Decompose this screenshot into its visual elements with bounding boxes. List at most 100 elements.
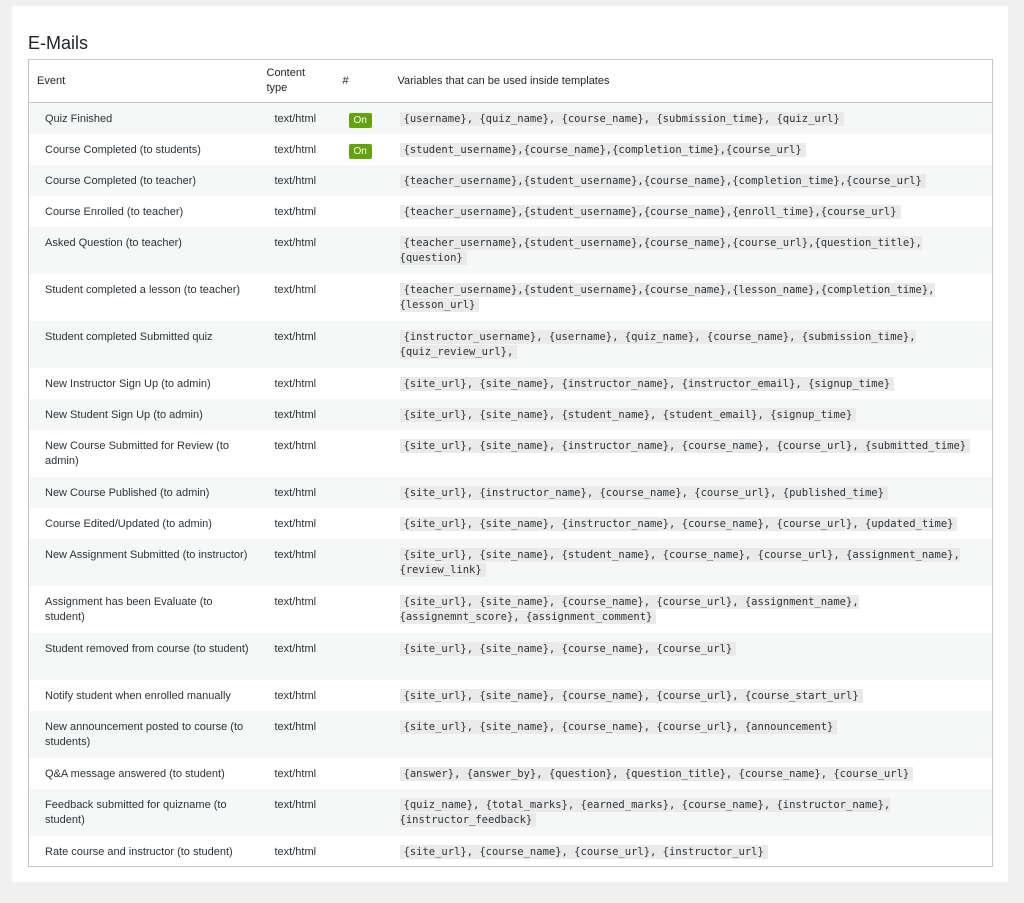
table-row[interactable]: Student completed a lesson (to teacher) t…	[28, 273, 993, 321]
content-type: text/html	[274, 143, 317, 156]
content-type: text/html	[274, 205, 317, 218]
variables-cell: {teacher_username},{student_username},{c…	[390, 227, 993, 274]
table-row[interactable]: Course Completed (to students) text/html O…	[28, 133, 993, 165]
table-row[interactable]: Asked Question (to teacher) text/html {tea…	[28, 226, 993, 274]
template-variables: {site_url}, {site_name}, {instructor_nam…	[399, 438, 971, 453]
event-name: Student completed a lesson (to teacher)	[45, 283, 241, 296]
toggle-cell	[335, 430, 390, 477]
content-type: text/html	[274, 439, 317, 452]
variables-cell: {site_url}, {site_name}, {instructor_nam…	[390, 508, 993, 539]
table-body: Quiz Finished text/html On {username}, {qui…	[28, 102, 993, 867]
table-row[interactable]: New Student Sign Up (to admin) text/html {…	[28, 398, 993, 430]
table-row[interactable]: Rate course and instructor (to student) t…	[28, 835, 993, 867]
variables-cell: {quiz_name}, {total_marks}, {earned_mark…	[390, 789, 993, 836]
variables-cell: {instructor_username}, {username}, {quiz…	[390, 321, 993, 368]
event-name: Notify student when enrolled manually	[45, 689, 231, 702]
content-type: text/html	[274, 642, 317, 655]
event-name: Student completed Submitted quiz	[45, 330, 213, 343]
table-row[interactable]: Course Enrolled (to teacher) text/html {te…	[28, 195, 993, 227]
table-row[interactable]: Student removed from course (to student)…	[28, 632, 993, 680]
table-row[interactable]: Quiz Finished text/html On {username}, {qui…	[28, 102, 993, 134]
variables-cell: {site_url}, {site_name}, {instructor_nam…	[390, 430, 993, 477]
table-header: Event Content type # Variables that can …	[28, 59, 993, 103]
on-toggle-badge[interactable]: On	[348, 143, 372, 159]
table-row[interactable]: Assignment has been Evaluate (to student…	[28, 585, 993, 633]
template-variables: {site_url}, {site_name}, {course_name}, …	[399, 641, 737, 656]
variables-cell: {site_url}, {site_name}, {course_name}, …	[390, 586, 993, 633]
template-variables: {site_url}, {course_name}, {course_url},…	[399, 844, 768, 859]
event-name: New Course Published (to admin)	[45, 486, 210, 499]
content-type: text/html	[274, 283, 317, 296]
template-variables: {site_url}, {site_name}, {student_name},…	[399, 547, 960, 577]
template-variables: {username}, {quiz_name}, {course_name}, …	[399, 112, 844, 126]
event-name: Q&A message answered (to student)	[45, 767, 225, 780]
variables-cell: {answer}, {answer_by}, {question}, {ques…	[390, 758, 993, 789]
template-variables: {teacher_username},{student_username},{c…	[399, 282, 935, 312]
variables-cell: {teacher_username},{student_username},{c…	[390, 165, 993, 196]
toggle-cell	[335, 633, 390, 680]
variables-cell: {student_username},{course_name},{comple…	[390, 134, 993, 165]
toggle-cell	[335, 539, 390, 586]
variables-cell: {site_url}, {site_name}, {instructor_nam…	[390, 368, 993, 399]
toggle-cell	[335, 227, 390, 274]
table-row[interactable]: New Assignment Submitted (to instructor)…	[28, 538, 993, 586]
toggle-cell	[335, 508, 390, 539]
event-name: Student removed from course (to student)	[45, 642, 249, 655]
toggle-cell	[335, 196, 390, 227]
event-name: New Instructor Sign Up (to admin)	[45, 377, 211, 390]
template-variables: {teacher_username},{student_username},{c…	[399, 173, 926, 188]
table-row[interactable]: Feedback submitted for quizname (to stud…	[28, 788, 993, 836]
content-type: text/html	[274, 517, 317, 530]
toggle-cell: On	[335, 103, 390, 134]
table-row[interactable]: New Instructor Sign Up (to admin) text/ht…	[28, 367, 993, 399]
table-row[interactable]: Course Completed (to teacher) text/html {t…	[28, 164, 993, 196]
toggle-cell	[335, 368, 390, 399]
content-type: text/html	[274, 408, 317, 421]
event-name: New Assignment Submitted (to instructor)	[45, 548, 248, 561]
on-toggle-badge[interactable]: On	[348, 113, 372, 128]
table-row[interactable]: New Course Published (to admin) text/html…	[28, 476, 993, 508]
variables-cell: {site_url}, {site_name}, {student_name},…	[390, 539, 993, 586]
toggle-cell	[335, 711, 390, 758]
table-row[interactable]: Notify student when enrolled manually tex…	[28, 679, 993, 711]
content-type: text/html	[274, 377, 317, 390]
column-header-toggle: #	[334, 59, 390, 103]
page-title: E-Mails	[28, 33, 89, 53]
template-variables: {teacher_username},{student_username},{c…	[399, 204, 901, 219]
table-row[interactable]: New announcement posted to course (to st…	[28, 710, 993, 758]
emails-table: Event Content type # Variables that can …	[28, 59, 993, 867]
column-header-variables: Variables that can be used inside templa…	[389, 59, 993, 103]
toggle-cell	[335, 680, 390, 711]
variables-cell: {site_url}, {site_name}, {course_name}, …	[390, 633, 993, 680]
content-type: text/html	[274, 486, 317, 499]
template-variables: {answer}, {answer_by}, {question}, {ques…	[399, 766, 914, 781]
variables-cell: {site_url}, {instructor_name}, {course_n…	[390, 477, 993, 508]
content-type: text/html	[274, 330, 317, 343]
variables-cell: {teacher_username},{student_username},{c…	[390, 274, 993, 321]
template-variables: {site_url}, {site_name}, {course_name}, …	[399, 688, 863, 703]
content-type: text/html	[274, 548, 317, 561]
content-type: text/html	[274, 595, 317, 608]
event-name: Course Completed (to teacher)	[45, 174, 197, 187]
template-variables: {site_url}, {site_name}, {course_name}, …	[399, 719, 838, 734]
content-type: text/html	[274, 113, 317, 125]
table-row[interactable]: Student completed Submitted quiz text/htm…	[28, 320, 993, 368]
template-variables: {site_url}, {site_name}, {course_name}, …	[399, 594, 859, 624]
variables-cell: {site_url}, {site_name}, {course_name}, …	[390, 711, 993, 758]
toggle-cell	[335, 165, 390, 196]
event-name: New Course Submitted for Review (to admi…	[45, 439, 230, 467]
table-row[interactable]: Course Edited/Updated (to admin) text/htm…	[28, 507, 993, 539]
template-variables: {student_username},{course_name},{comple…	[399, 142, 806, 157]
event-name: Course Completed (to students)	[45, 143, 201, 156]
table-row[interactable]: Q&A message answered (to student) text/ht…	[28, 757, 993, 789]
event-name: New announcement posted to course (to st…	[45, 720, 244, 748]
toggle-cell	[335, 274, 390, 321]
toggle-cell	[335, 399, 390, 430]
variables-cell: {username}, {quiz_name}, {course_name}, …	[390, 103, 993, 134]
content-type: text/html	[274, 798, 317, 811]
template-variables: {teacher_username},{student_username},{c…	[399, 235, 922, 265]
table-row[interactable]: New Course Submitted for Review (to admi…	[28, 429, 993, 477]
variables-cell: {site_url}, {site_name}, {course_name}, …	[390, 680, 993, 711]
event-name: New Student Sign Up (to admin)	[45, 408, 203, 421]
event-name: Course Edited/Updated (to admin)	[45, 517, 212, 530]
